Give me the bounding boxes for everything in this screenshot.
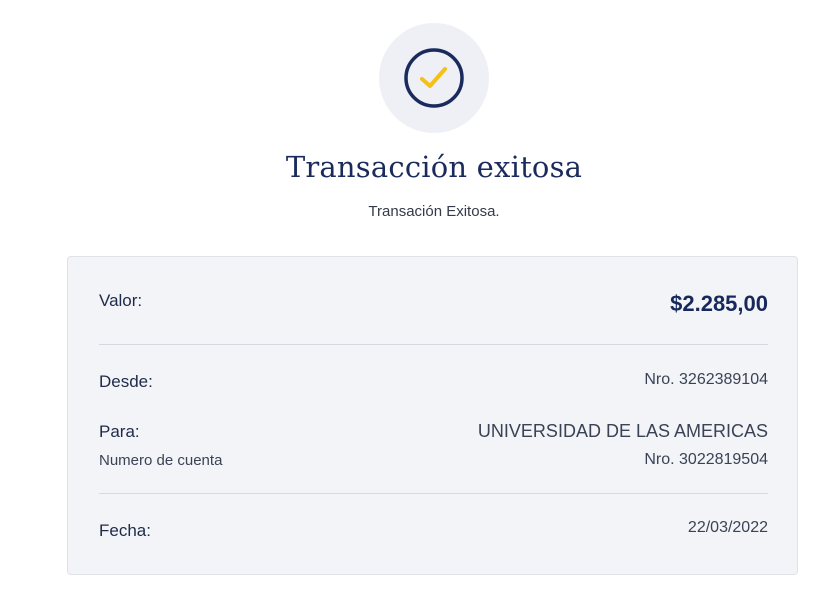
success-badge [379,23,489,133]
transaction-details-card: Valor: $2.285,00 Desde: Nro. 3262389104 … [67,256,798,575]
desde-label: Desde: [99,372,153,391]
para-label: Para: [99,422,140,441]
fecha-label: Fecha: [99,521,151,540]
page-subtitle: Transación Exitosa. [368,203,500,220]
valor-label: Valor: [99,291,143,310]
divider [99,493,768,494]
divider [99,344,768,345]
valor-amount: $2.285,00 [670,291,768,316]
desde-account: Nro. 3262389104 [644,371,768,388]
check-icon [404,48,464,108]
para-account: Nro. 3022819504 [644,451,768,468]
fecha-value: 22/03/2022 [687,519,768,536]
page-title: Transacción exitosa [285,150,583,184]
para-recipient: UNIVERSIDAD DE LAS AMERICAS [477,421,768,441]
account-number-label: Numero de cuenta [99,452,223,469]
transaction-result-page: Transacción exitosa Transación Exitosa. … [0,0,824,602]
